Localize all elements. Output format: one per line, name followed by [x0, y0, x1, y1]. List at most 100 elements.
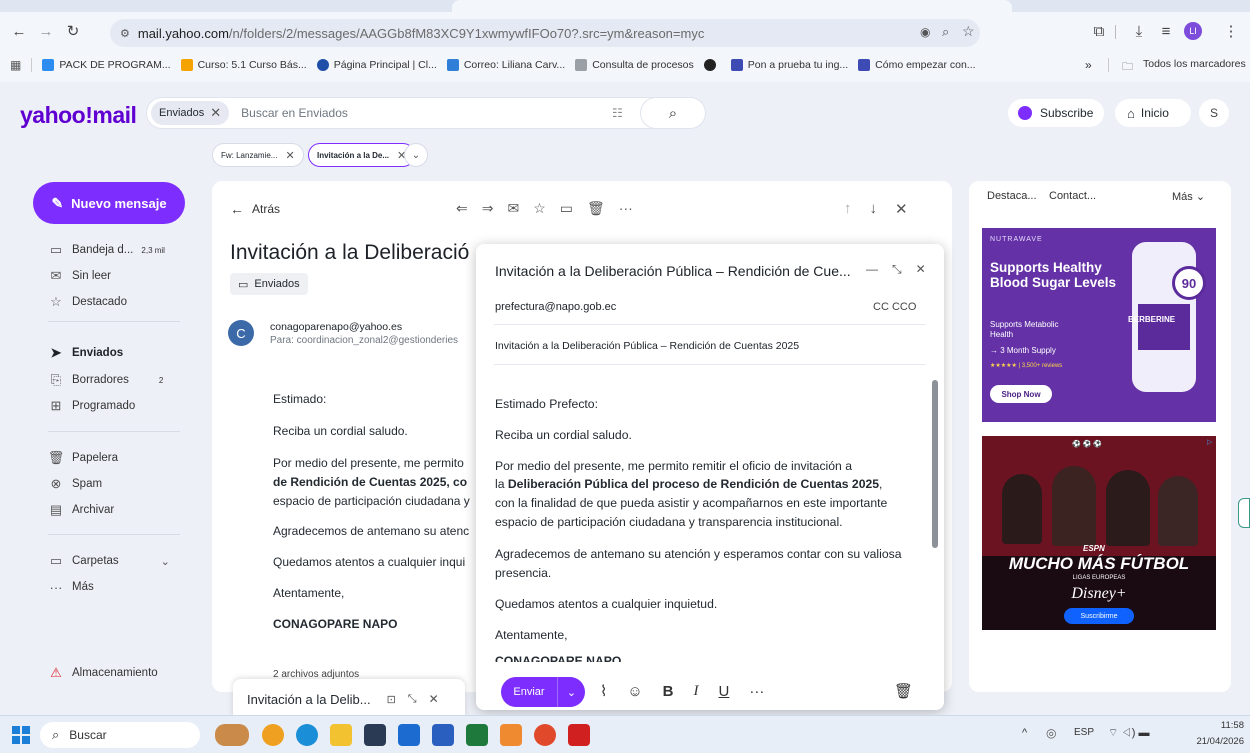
- media-icon[interactable]: ≡: [1155, 20, 1177, 42]
- sidebar-item-storage[interactable]: ⚠ Almacenamiento: [48, 663, 157, 683]
- chrome-icon[interactable]: [534, 724, 556, 746]
- profile-avatar[interactable]: LI: [1184, 22, 1202, 40]
- search-icon[interactable]: ⌕: [641, 98, 705, 128]
- fullscreen-icon[interactable]: ⤡: [892, 262, 902, 277]
- fullscreen-icon[interactable]: ⤡: [408, 693, 417, 706]
- new-message-button[interactable]: ✎ Nuevo mensaje: [33, 182, 185, 224]
- extensions-icon[interactable]: ⧉: [1088, 20, 1110, 42]
- kebab-menu-icon[interactable]: ⋮: [1220, 20, 1242, 42]
- to-field[interactable]: prefectura@napo.gob.ec: [495, 301, 616, 313]
- clock-date[interactable]: 21/04/2026: [1176, 736, 1244, 747]
- account-avatar[interactable]: S: [1199, 99, 1229, 127]
- address-bar[interactable]: ⚙ mail.yahoo.com/n/folders/2/messages/AA…: [110, 19, 980, 47]
- ad-cta[interactable]: Shop Now: [990, 385, 1052, 403]
- back-arrow-icon[interactable]: ←: [8, 20, 30, 42]
- forward-arrow-icon[interactable]: →: [35, 20, 57, 42]
- bookmark-item[interactable]: Consulta de procesos: [575, 59, 694, 71]
- bookmark-item[interactable]: Pon a prueba tu ing...: [730, 59, 848, 71]
- chevron-down-icon[interactable]: ⌄: [558, 686, 585, 699]
- expand-icon[interactable]: ⊡: [387, 693, 396, 706]
- scrollbar-track[interactable]: [932, 368, 938, 654]
- more-icon[interactable]: ···: [749, 683, 764, 700]
- windows-start-icon[interactable]: [12, 726, 30, 744]
- minimized-draft[interactable]: Invitación a la Delib... ⊡ ⤡ ✕: [233, 679, 465, 719]
- sidebar-item-starred[interactable]: ☆ Destacado: [48, 292, 127, 312]
- ad-nutrawave[interactable]: NUTRAWAVE Supports Healthy Blood Sugar L…: [982, 228, 1216, 422]
- app-icon[interactable]: [398, 724, 420, 746]
- reload-icon[interactable]: ↻: [62, 20, 84, 42]
- tab-highlights[interactable]: Destaca...: [987, 190, 1037, 202]
- search-input[interactable]: Buscar en Enviados: [241, 106, 348, 120]
- more-bookmarks-button[interactable]: »: [1085, 58, 1092, 72]
- bold-icon[interactable]: B: [663, 683, 674, 700]
- active-tab[interactable]: [452, 0, 1012, 12]
- store-icon[interactable]: [364, 724, 386, 746]
- forward-icon[interactable]: ⇒: [482, 200, 494, 217]
- folder-tag[interactable]: ▭ Enviados: [230, 273, 308, 295]
- sidebar-item-unread[interactable]: ✉ Sin leer: [48, 266, 111, 286]
- close-icon[interactable]: ✕: [429, 692, 439, 706]
- edge-icon[interactable]: [296, 724, 318, 746]
- attach-icon[interactable]: ⌇: [600, 682, 607, 700]
- subscribe-button[interactable]: Subscribe: [1008, 99, 1104, 127]
- bookmark-item[interactable]: [703, 59, 721, 71]
- zoom-icon[interactable]: ⌕: [942, 24, 949, 40]
- taskbar-search[interactable]: ⌕ Buscar: [40, 722, 200, 748]
- chevron-down-icon[interactable]: ⌄: [161, 555, 170, 568]
- sidebar-item-spam[interactable]: ⊗ Spam: [48, 474, 103, 494]
- app-icon[interactable]: [500, 724, 522, 746]
- home-button[interactable]: ⌂ Inicio: [1115, 99, 1191, 127]
- sidebar-item-folders[interactable]: ▭ Carpetas ⌄: [48, 551, 170, 571]
- message-tab-active[interactable]: Invitación a la De... ✕: [308, 143, 416, 167]
- subject-field[interactable]: Invitación a la Deliberación Pública – R…: [495, 340, 799, 352]
- discard-icon[interactable]: 🗑: [894, 682, 913, 700]
- side-extension-icon[interactable]: [1238, 498, 1250, 528]
- minimize-icon[interactable]: —: [866, 262, 878, 277]
- close-icon[interactable]: ✕: [210, 105, 221, 121]
- eye-icon[interactable]: ◉: [920, 25, 930, 39]
- bookmark-item[interactable]: PACK DE PROGRAM...: [42, 59, 171, 71]
- bookmark-item[interactable]: Página Principal | Cl...: [316, 59, 437, 71]
- move-folder-icon[interactable]: ▭: [560, 200, 573, 217]
- adchoices-icon[interactable]: ▷: [1207, 438, 1212, 446]
- trash-icon[interactable]: 🗑: [587, 200, 605, 217]
- search-chip[interactable]: Enviados ✕: [151, 101, 230, 125]
- italic-icon[interactable]: I: [694, 683, 699, 700]
- yahoo-mail-logo[interactable]: yahoo!mail: [20, 102, 137, 129]
- close-icon[interactable]: ✕: [285, 149, 294, 162]
- previous-icon[interactable]: ↑: [844, 200, 852, 218]
- excel-icon[interactable]: [466, 724, 488, 746]
- widget-icon[interactable]: [215, 724, 249, 746]
- sidebar-item-more[interactable]: ··· Más: [48, 577, 94, 597]
- ad-disney[interactable]: ⚽ ⚽ ⚽ ▷ ESPN MUCHO MÁS FÚTBOL LIGAS EURO…: [982, 436, 1216, 630]
- download-icon[interactable]: ⤓: [1128, 20, 1150, 42]
- copilot-icon[interactable]: [262, 724, 284, 746]
- filter-icon[interactable]: ☷: [612, 106, 623, 120]
- cc-bcc-button[interactable]: CC CCO: [873, 301, 916, 313]
- app-icon[interactable]: [432, 724, 454, 746]
- all-bookmarks-link[interactable]: Todos los marcadores: [1143, 58, 1246, 70]
- close-icon[interactable]: ✕: [916, 262, 926, 277]
- close-icon[interactable]: ✕: [895, 200, 908, 218]
- star-icon[interactable]: ☆: [533, 200, 546, 217]
- message-tab[interactable]: Fw: Lanzamie... ✕: [212, 143, 304, 167]
- sidebar-item-sent[interactable]: ➤ Enviados: [48, 343, 124, 363]
- back-button[interactable]: ← Atrás: [230, 201, 280, 217]
- send-button[interactable]: Enviar ⌄: [501, 677, 585, 707]
- underline-icon[interactable]: U: [719, 683, 730, 700]
- sidebar-item-scheduled[interactable]: ⊞ Programado: [48, 396, 136, 416]
- scrollbar-thumb[interactable]: [932, 380, 938, 548]
- more-button[interactable]: Más ⌄: [1172, 190, 1205, 203]
- chevron-down-icon[interactable]: ⌄: [404, 143, 428, 167]
- clock-time[interactable]: 11:58: [1188, 720, 1244, 731]
- sidebar-item-trash[interactable]: 🗑 Papelera: [48, 448, 118, 468]
- chevron-up-icon[interactable]: ^: [1022, 727, 1027, 739]
- tab-contacts[interactable]: Contact...: [1049, 190, 1096, 202]
- tray-app-icon[interactable]: ◎: [1046, 726, 1056, 740]
- emoji-icon[interactable]: ☺: [627, 683, 642, 700]
- language-indicator[interactable]: ESP: [1074, 727, 1094, 738]
- ad-cta[interactable]: Suscribirme: [1064, 608, 1134, 624]
- site-settings-icon[interactable]: ⚙: [120, 27, 130, 40]
- more-icon[interactable]: ···: [619, 200, 633, 217]
- wifi-volume-battery-icon[interactable]: ⌔ ◁) ▬: [1108, 726, 1149, 740]
